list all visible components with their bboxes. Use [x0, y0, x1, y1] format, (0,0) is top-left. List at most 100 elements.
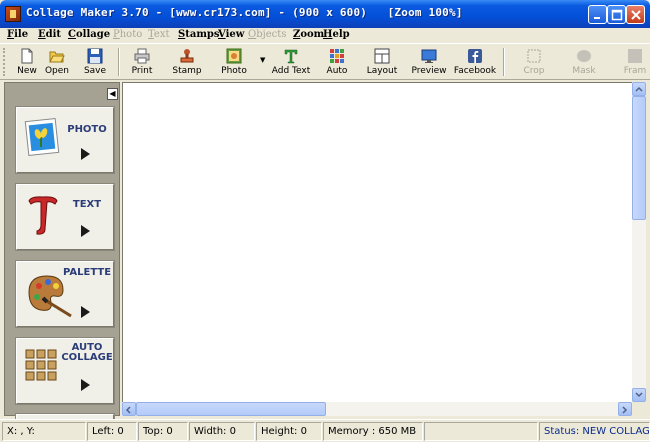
text-t-icon [28, 196, 58, 235]
status-empty-panel [424, 422, 538, 441]
menu-photo[interactable]: Photo [113, 28, 142, 41]
scroll-down-button[interactable] [632, 388, 646, 402]
panel-text-label: TEXT [72, 199, 102, 210]
menu-objects[interactable]: Objects [248, 28, 286, 41]
status-message: Status: NEW COLLAGE [539, 422, 650, 441]
preview-label: Preview [411, 66, 447, 76]
save-label: Save [83, 66, 107, 76]
panel-auto-collage-button[interactable]: AUTO COLLAGE [15, 337, 115, 405]
title-bar: Collage Maker 3.70 - [www.cr173.com] - (… [0, 0, 650, 28]
chevron-down-icon [635, 392, 643, 398]
printer-icon [134, 48, 150, 64]
panel-text-button[interactable]: TEXT [15, 183, 115, 251]
scroll-right-button[interactable] [618, 402, 632, 416]
mask-label: Mask [572, 66, 596, 76]
horizontal-scrollbar[interactable] [122, 402, 632, 416]
grid-icon [330, 49, 344, 63]
minimize-icon [594, 17, 600, 19]
scroll-left-button[interactable] [122, 402, 136, 416]
add-text-button[interactable]: Add Text [270, 46, 312, 79]
menu-file[interactable]: File [7, 28, 28, 41]
stamp-icon [180, 49, 194, 63]
window-title: Collage Maker 3.70 - [www.cr173.com] - (… [26, 6, 463, 19]
scrollbar-corner [632, 402, 646, 416]
chevron-right-icon [622, 406, 628, 414]
collapse-panel-button[interactable]: ◀ [107, 88, 118, 100]
vertical-scroll-thumb[interactable] [632, 96, 646, 220]
crop-label: Crop [523, 66, 545, 76]
save-button[interactable]: Save [80, 46, 110, 79]
toolbar-separator [503, 48, 505, 76]
menu-help[interactable]: Help [323, 28, 350, 41]
mask-icon [577, 50, 591, 62]
facebook-button[interactable]: Facebook [452, 46, 498, 79]
close-icon [631, 10, 641, 20]
toolbar-grip[interactable] [3, 48, 6, 76]
add-text-label: Add Text [271, 66, 311, 76]
collage-canvas[interactable] [122, 82, 632, 402]
play-arrow-icon [81, 225, 90, 237]
app-icon [5, 6, 21, 22]
chevron-up-icon [635, 86, 643, 92]
menu-zoom[interactable]: Zoom [293, 28, 324, 41]
vertical-scrollbar[interactable] [632, 82, 646, 402]
status-height: Height: 0 [256, 422, 322, 441]
photo-button[interactable]: Photo [216, 46, 252, 79]
menu-stamps[interactable]: Stamps [178, 28, 220, 41]
photo-label: Photo [221, 66, 247, 76]
status-width: Width: 0 [189, 422, 255, 441]
photo-dropdown-arrow[interactable]: ▼ [260, 56, 265, 64]
open-folder-icon [49, 51, 65, 63]
frame-label: Fram [623, 66, 647, 76]
floppy-disk-icon [87, 48, 103, 64]
menu-view[interactable]: View [218, 28, 244, 41]
play-arrow-icon [81, 306, 90, 318]
panel-palette-button[interactable]: PALETTE [15, 260, 115, 328]
auto-button[interactable]: Auto [322, 46, 352, 79]
auto-label: Auto [326, 66, 348, 76]
panel-palette-label: PALETTE [62, 267, 112, 278]
new-document-icon [21, 48, 33, 64]
status-top: Top: 0 [138, 422, 188, 441]
close-button[interactable] [626, 5, 645, 24]
open-button[interactable]: Open [42, 46, 72, 79]
print-button[interactable]: Print [125, 46, 159, 79]
layout-icon [374, 48, 390, 64]
frame-icon [628, 49, 642, 63]
menu-text[interactable]: Text [148, 28, 169, 41]
preview-button[interactable]: Preview [410, 46, 448, 79]
scroll-up-button[interactable] [632, 82, 646, 96]
facebook-label: Facebook [453, 66, 497, 76]
mask-button[interactable]: Mask [566, 46, 602, 79]
status-bar: X: , Y: Left: 0 Top: 0 Width: 0 Height: … [0, 419, 650, 442]
play-arrow-icon [81, 379, 90, 391]
new-label: New [17, 66, 37, 76]
menu-collage[interactable]: Collage [68, 28, 110, 41]
menu-edit[interactable]: Edit [38, 28, 61, 41]
play-arrow-icon [81, 148, 90, 160]
crop-button[interactable]: Crop [516, 46, 552, 79]
monitor-icon [421, 49, 437, 63]
panel-photo-label: PHOTO [67, 124, 107, 135]
status-left: Left: 0 [87, 422, 137, 441]
frame-button[interactable]: Fram [620, 46, 650, 79]
maximize-icon [611, 9, 623, 21]
horizontal-scroll-thumb[interactable] [136, 402, 326, 416]
toolbar-separator [118, 48, 120, 76]
menu-bar: File Edit Collage Photo Text Stamps View… [0, 28, 650, 42]
minimize-button[interactable] [588, 5, 607, 24]
photo-icon [24, 117, 60, 157]
new-button[interactable]: New [12, 46, 42, 79]
stamp-label: Stamp [172, 66, 202, 76]
panel-collage-label: COLLAGE [61, 352, 113, 363]
layout-button[interactable]: Layout [365, 46, 399, 79]
toolbar: New Open Save Print Stamp Photo Add Text… [0, 43, 650, 80]
stamp-button[interactable]: Stamp [170, 46, 204, 79]
panel-photo-button[interactable]: PHOTO [15, 106, 115, 174]
maximize-button[interactable] [607, 5, 626, 24]
photo-icon [226, 48, 242, 64]
facebook-icon [468, 49, 482, 63]
layout-label: Layout [366, 66, 398, 76]
print-label: Print [131, 66, 153, 76]
chevron-left-icon [125, 406, 131, 414]
